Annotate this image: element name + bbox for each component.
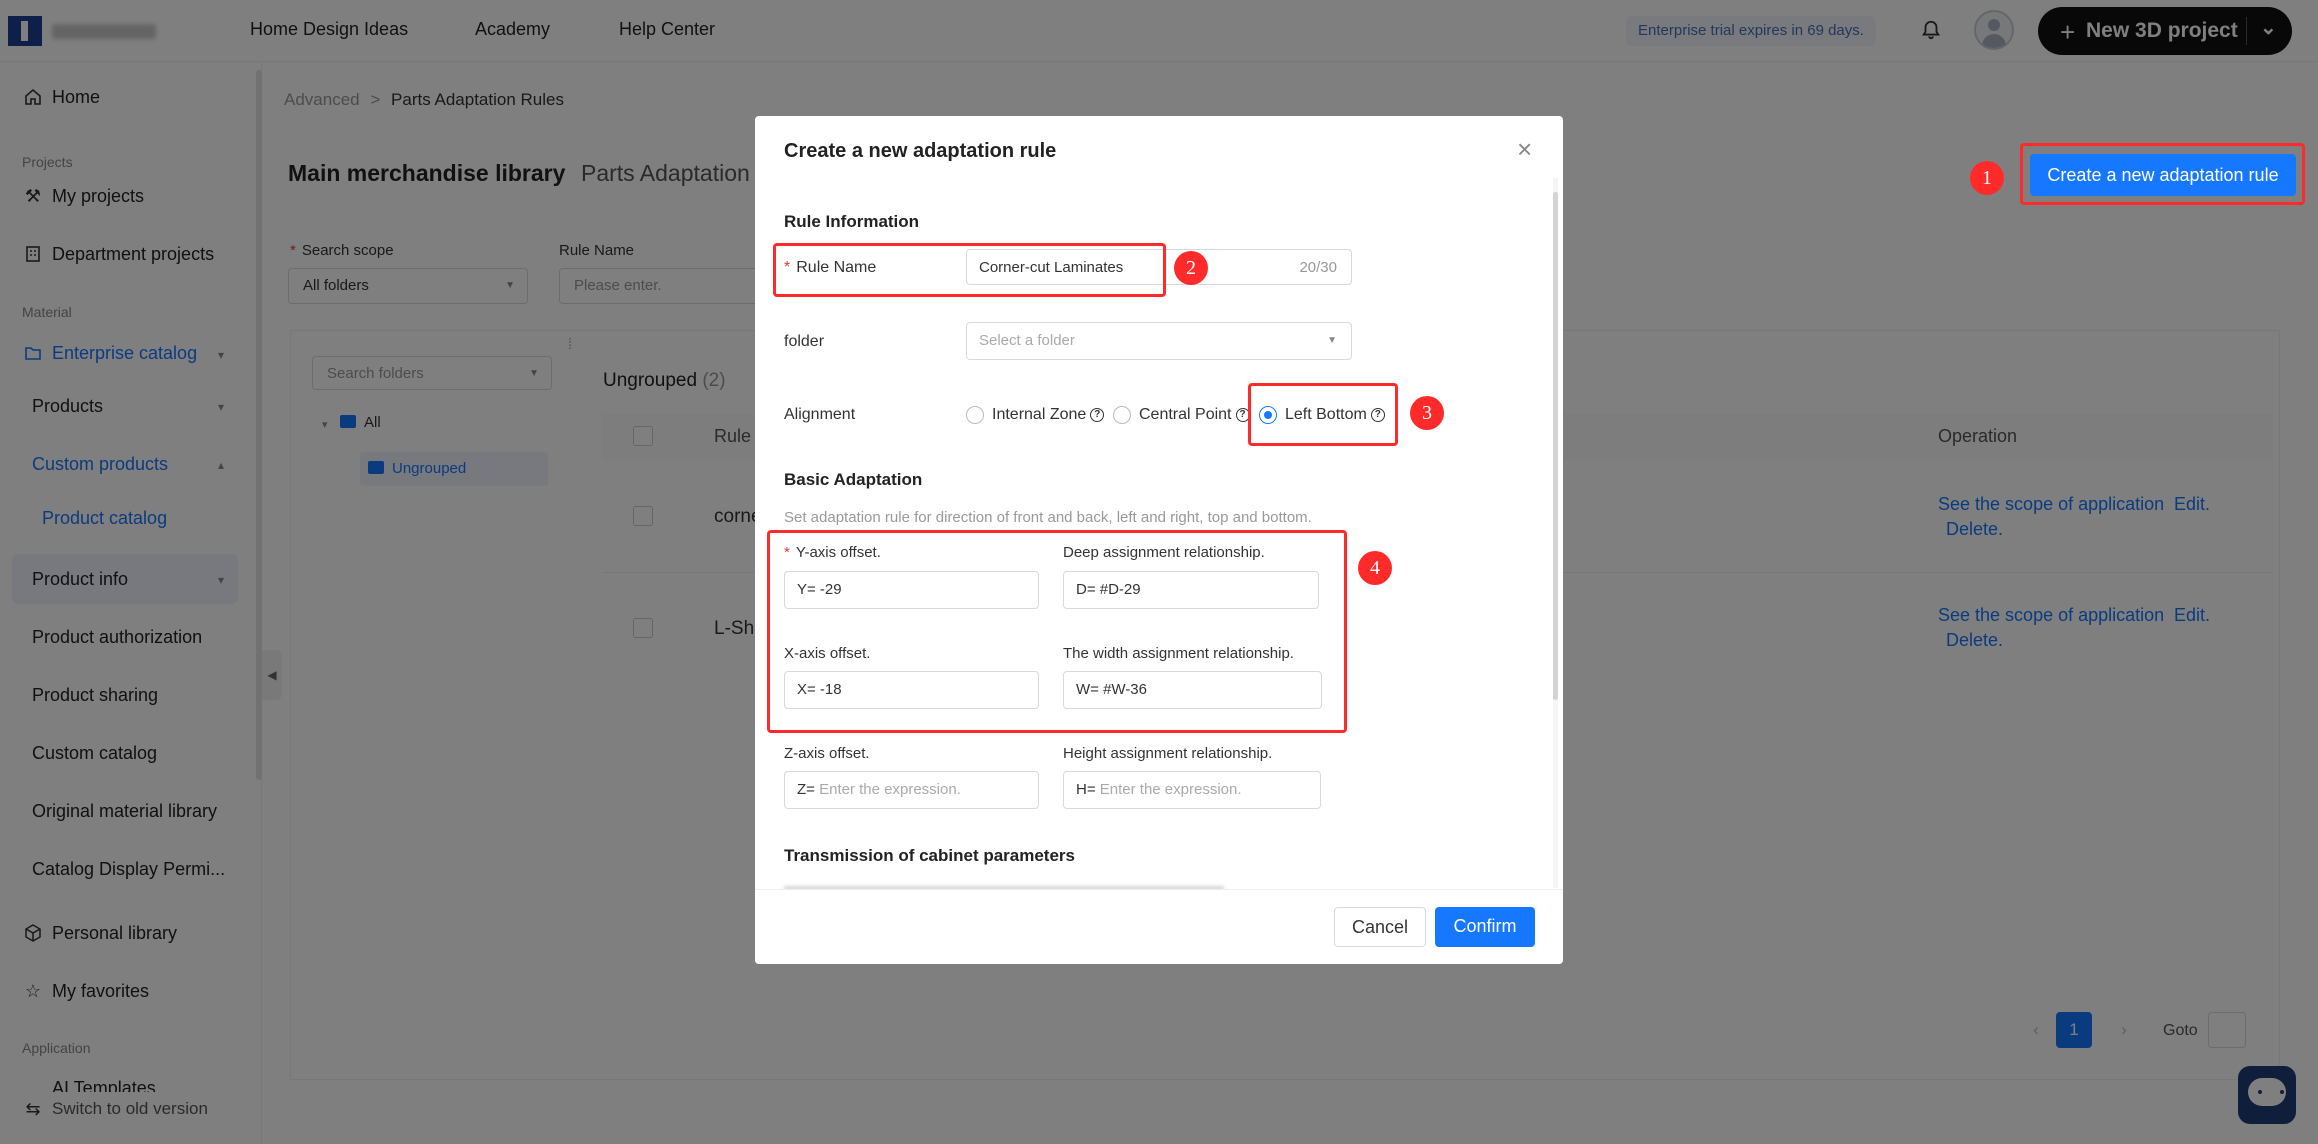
help-icon[interactable]: ? bbox=[1090, 408, 1105, 422]
radio-internal-zone[interactable]: Internal Zone? bbox=[966, 406, 1105, 424]
alignment-label: Alignment bbox=[784, 406, 856, 423]
folder-select[interactable]: Select a folder ▼ bbox=[966, 322, 1352, 360]
chevron-down-icon: ▼ bbox=[1327, 335, 1337, 346]
close-icon[interactable]: × bbox=[1517, 134, 1532, 165]
confirm-button[interactable]: Confirm bbox=[1435, 907, 1535, 947]
folder-placeholder: Select a folder bbox=[979, 332, 1075, 349]
highlight-box-1 bbox=[2020, 143, 2305, 205]
cancel-button[interactable]: Cancel bbox=[1334, 907, 1426, 947]
basic-adaptation-hint: Set adaptation rule for direction of fro… bbox=[784, 509, 1312, 526]
highlight-box-2 bbox=[773, 243, 1166, 297]
dialog-footer: Cancel Confirm bbox=[755, 889, 1563, 964]
dialog-title: Create a new adaptation rule bbox=[784, 140, 1057, 162]
rule-name-char-count: 20/30 bbox=[1299, 259, 1337, 276]
height-assignment-input[interactable]: H= Enter the expression. bbox=[1063, 771, 1321, 809]
annotation-3: 3 bbox=[1410, 396, 1444, 430]
section-basic-adaptation: Basic Adaptation bbox=[784, 470, 923, 489]
highlight-box-4 bbox=[767, 530, 1347, 733]
highlight-box-3 bbox=[1248, 383, 1398, 446]
section-rule-information: Rule Information bbox=[784, 212, 920, 231]
radio-central-point[interactable]: Central Point? bbox=[1113, 406, 1250, 424]
annotation-2: 2 bbox=[1174, 251, 1208, 285]
z-offset-input[interactable]: Z= Enter the expression. bbox=[784, 771, 1039, 809]
height-assignment-label: Height assignment relationship. bbox=[1063, 745, 1273, 762]
annotation-1: 1 bbox=[1970, 161, 2004, 195]
section-transmission: Transmission of cabinet parameters bbox=[784, 846, 1075, 865]
annotation-4: 4 bbox=[1358, 551, 1392, 585]
folder-label: folder bbox=[784, 333, 825, 350]
z-offset-label: Z-axis offset. bbox=[784, 745, 870, 762]
dialog-scrollbar[interactable] bbox=[1553, 178, 1558, 888]
